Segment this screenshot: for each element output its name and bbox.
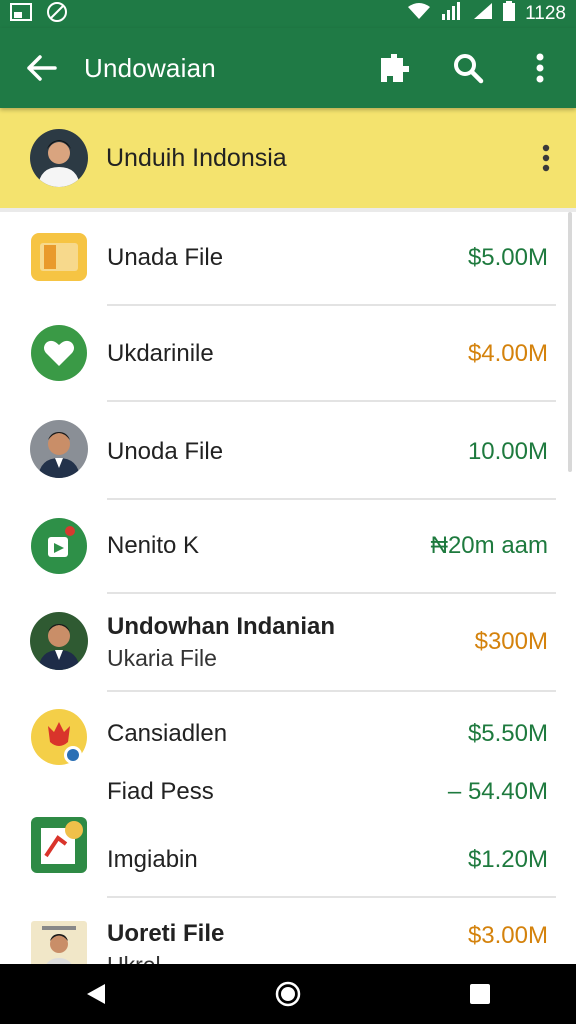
item-label: Unada File bbox=[107, 244, 224, 271]
extension-button[interactable] bbox=[360, 28, 432, 108]
wifi-icon bbox=[407, 2, 431, 26]
back-triangle-icon bbox=[87, 984, 105, 1004]
account-name: Unduih Indonsia bbox=[106, 143, 287, 172]
item-label: Cansiadlen bbox=[107, 720, 228, 747]
puzzle-icon bbox=[381, 54, 409, 82]
more-vert-icon bbox=[542, 144, 550, 172]
avatar bbox=[30, 612, 88, 670]
item-amount: $5.50M bbox=[467, 720, 548, 747]
item-label: Fiad Pess bbox=[107, 778, 214, 805]
more-vert-icon bbox=[536, 53, 544, 83]
item-label: Undowhan Indanian bbox=[107, 613, 335, 640]
image-app-icon bbox=[30, 816, 88, 874]
file-list: Unada File $5.00M Ukdarinile $4.00M Unod… bbox=[4, 212, 572, 964]
item-amount: – 54.40M bbox=[447, 778, 548, 805]
list-item[interactable]: Unada File $5.00M bbox=[4, 212, 572, 304]
item-label: Uoreti File bbox=[107, 920, 225, 947]
status-time: 1128 bbox=[525, 3, 566, 24]
account-avatar bbox=[30, 129, 88, 187]
arrow-back-icon bbox=[27, 55, 57, 81]
list-item[interactable]: Imgiabin $1.20M bbox=[4, 814, 572, 898]
item-sublabel: Ukaria File bbox=[107, 645, 217, 671]
back-button[interactable] bbox=[0, 28, 84, 108]
item-amount: $300M bbox=[474, 628, 548, 655]
scrollbar[interactable] bbox=[568, 212, 572, 472]
list-item[interactable]: Unoda File 10.00M bbox=[4, 402, 572, 498]
search-button[interactable] bbox=[432, 28, 504, 108]
blocked-notification-icon bbox=[46, 1, 68, 28]
image-notification-icon bbox=[10, 2, 32, 26]
list-item[interactable]: Cansiadlen $5.50M bbox=[4, 692, 572, 768]
account-menu-button[interactable] bbox=[516, 128, 576, 188]
signal-icon bbox=[441, 2, 463, 26]
item-label: Imgiabin bbox=[107, 846, 198, 873]
list-item[interactable]: Undowhan Indanian Ukaria File $300M bbox=[4, 594, 572, 690]
item-amount: ₦20m aam bbox=[430, 532, 548, 559]
search-icon bbox=[454, 54, 484, 84]
recents-square-icon bbox=[470, 984, 490, 1004]
item-label: Unoda File bbox=[107, 438, 224, 465]
item-label: Nenito K bbox=[107, 532, 200, 559]
flower-icon bbox=[30, 708, 88, 766]
heart-icon bbox=[30, 324, 88, 382]
cell-signal-icon bbox=[473, 2, 493, 26]
app-title: Undowaian bbox=[84, 52, 216, 83]
item-amount: $4.00M bbox=[467, 340, 548, 367]
account-header[interactable]: Unduih Indonsia bbox=[0, 108, 576, 212]
app-bar: Undowaian bbox=[0, 28, 576, 108]
nav-back-button[interactable] bbox=[56, 964, 136, 1024]
list-item[interactable]: Fiad Pess – 54.40M bbox=[4, 768, 572, 814]
navigation-bar bbox=[0, 964, 576, 1024]
folder-icon bbox=[30, 231, 88, 289]
nav-home-button[interactable] bbox=[248, 964, 328, 1024]
item-amount: 10.00M bbox=[467, 438, 548, 465]
nav-recents-button[interactable] bbox=[440, 964, 520, 1024]
list-item[interactable]: Ukdarinile $4.00M bbox=[4, 306, 572, 400]
list-item[interactable]: Nenito K ₦20m aam bbox=[4, 500, 572, 592]
overflow-menu-button[interactable] bbox=[504, 28, 576, 108]
item-sublabel: Ukrel bbox=[107, 952, 161, 964]
item-amount: $5.00M bbox=[467, 244, 548, 271]
home-circle-icon bbox=[275, 981, 301, 1007]
avatar bbox=[30, 920, 88, 964]
battery-icon bbox=[503, 1, 516, 27]
list-item[interactable]: Uoreti File Ukrel $3.00M bbox=[4, 898, 572, 964]
app-icon bbox=[30, 517, 88, 575]
item-amount: $3.00M bbox=[467, 922, 548, 949]
item-label: Ukdarinile bbox=[107, 340, 214, 367]
item-amount: $1.20M bbox=[467, 846, 548, 873]
avatar bbox=[30, 420, 88, 478]
status-bar: 1128 bbox=[0, 0, 576, 28]
